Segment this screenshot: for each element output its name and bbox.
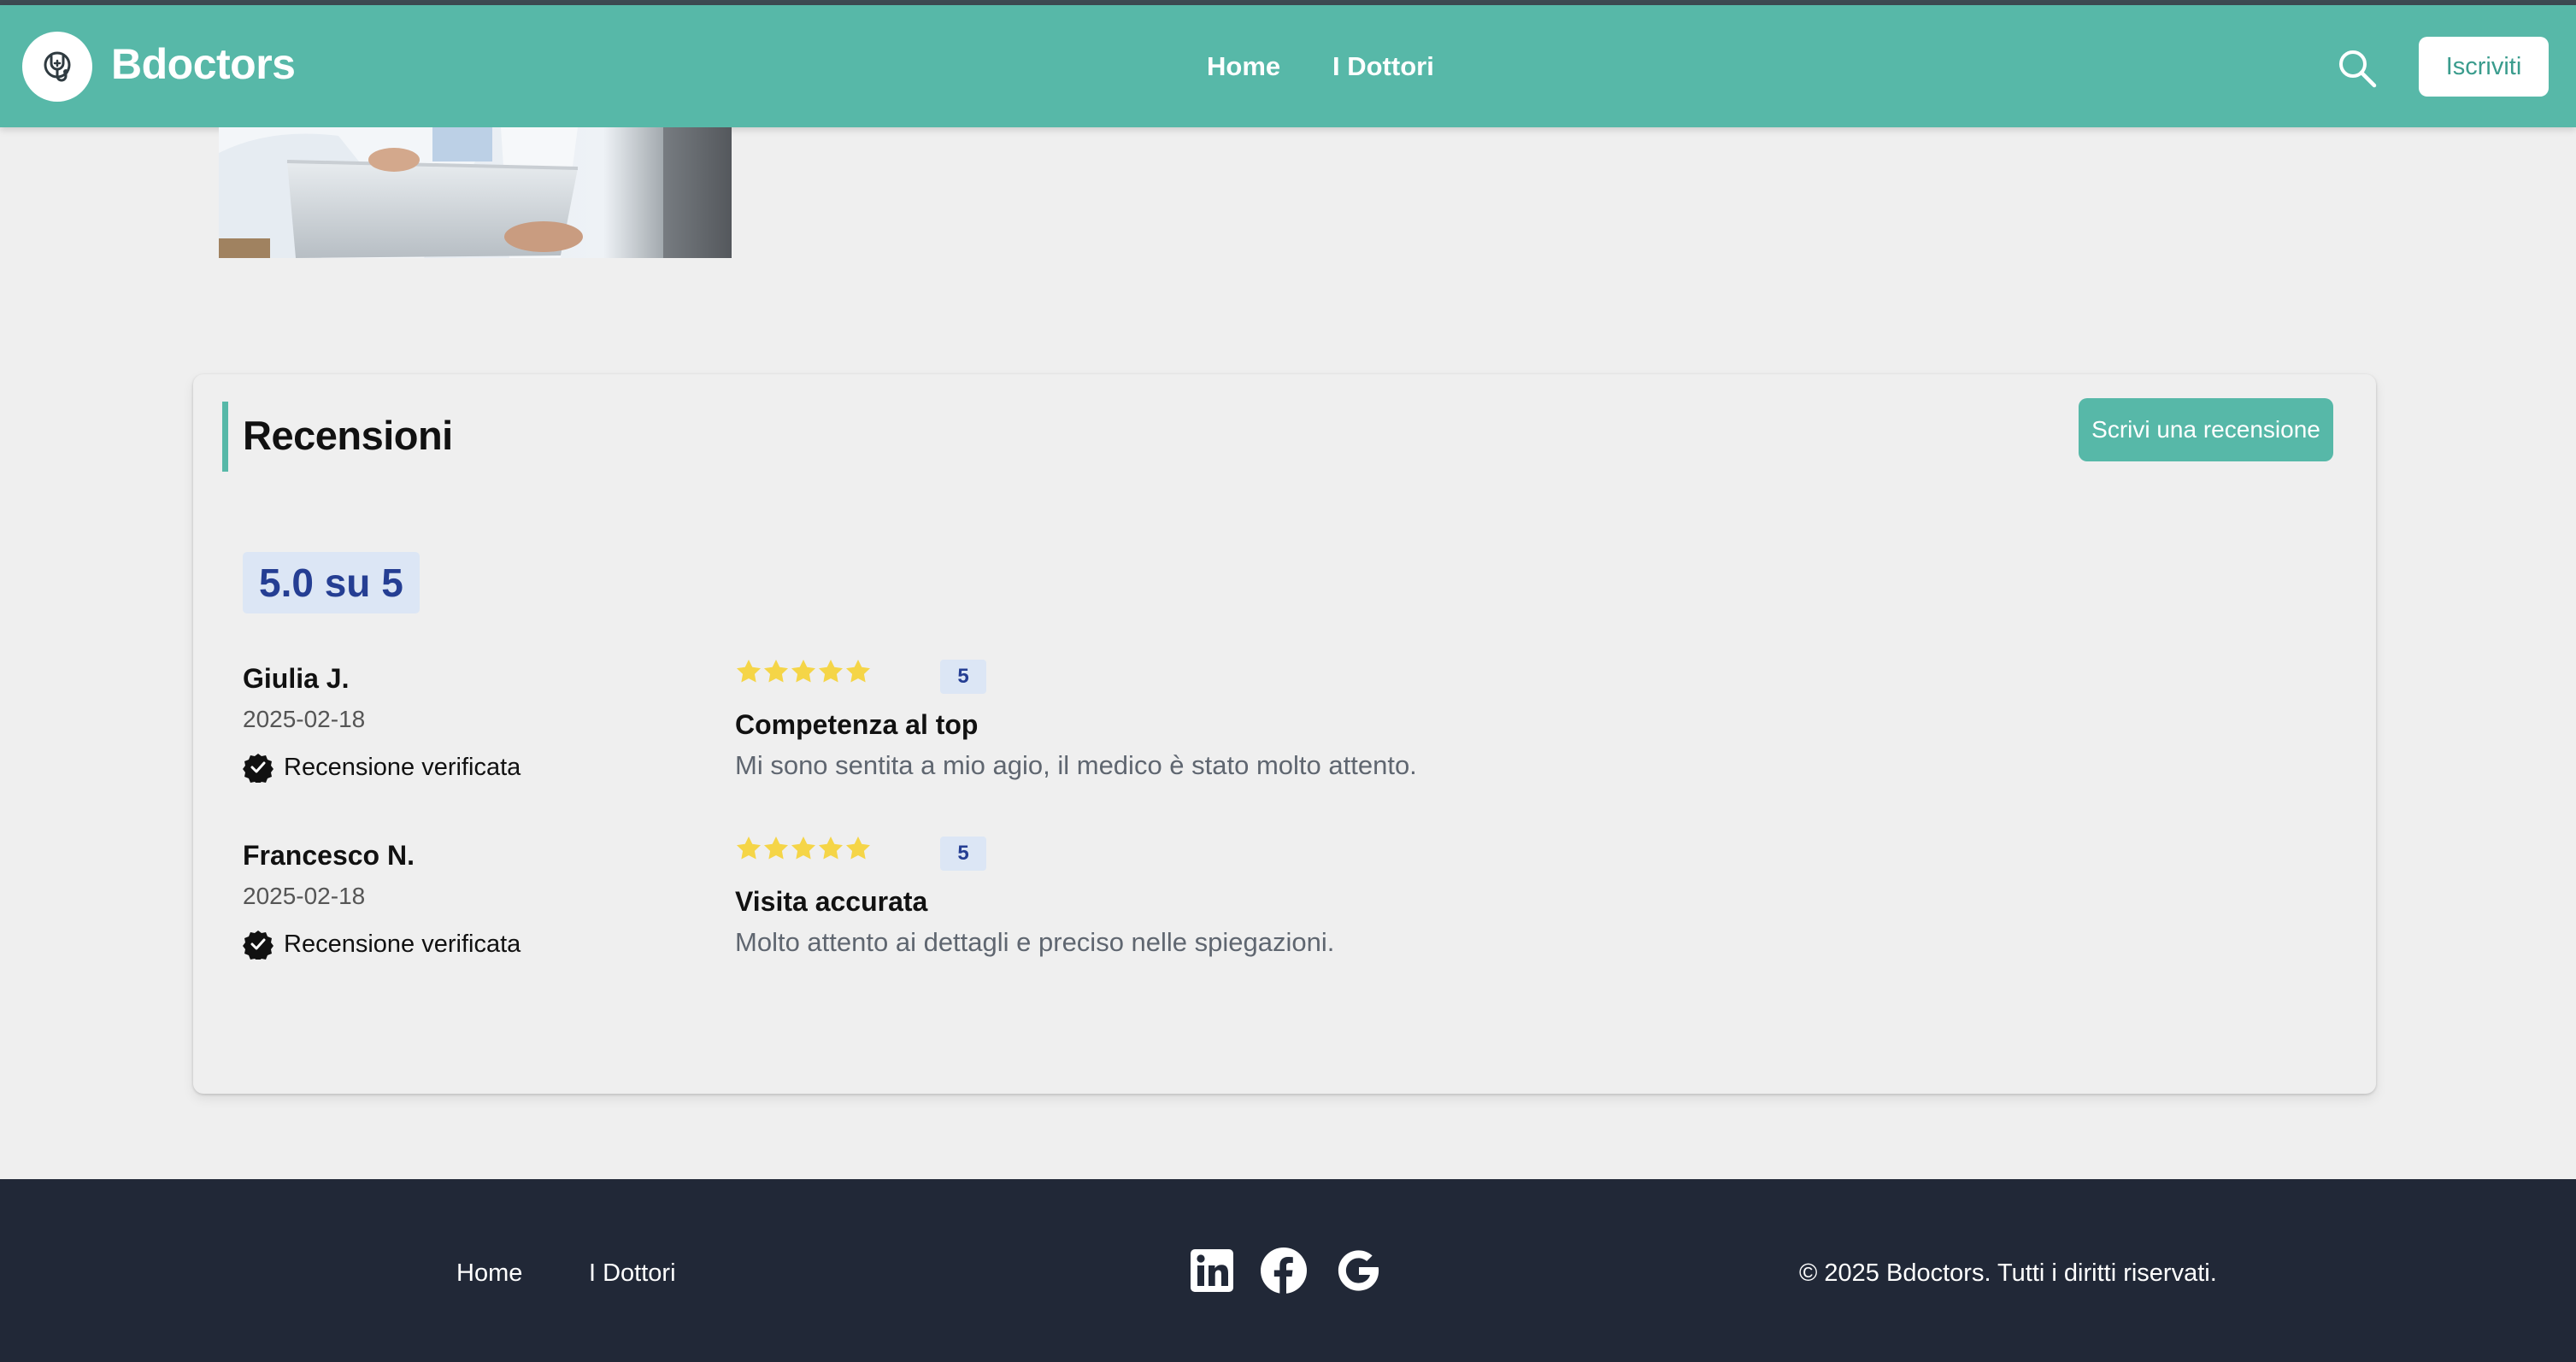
navbar: Bdoctors Home I Dottori Iscriviti	[0, 5, 2576, 127]
search-button[interactable]	[2335, 46, 2379, 91]
brand-name[interactable]: Bdoctors	[111, 39, 296, 89]
reviews-title: Recensioni	[243, 413, 453, 458]
star-rating	[735, 658, 872, 685]
linkedin-link[interactable]	[1187, 1246, 1237, 1295]
stethoscope-icon	[44, 51, 71, 82]
verified-label: Recensione verificata	[243, 752, 521, 784]
star-icon	[846, 660, 870, 683]
star-icon	[846, 837, 870, 860]
review-author: Francesco N.	[243, 840, 415, 871]
star-icon	[819, 837, 843, 860]
star-icon	[791, 837, 815, 860]
facebook-icon	[1261, 1248, 1307, 1294]
write-review-button[interactable]: Scrivi una recensione	[2079, 398, 2333, 461]
star-icon	[737, 837, 761, 860]
verified-text: Recensione verificata	[284, 930, 521, 958]
doctor-photo	[219, 127, 732, 258]
review-item: Giulia J. 2025-02-18 Recensione verifica…	[243, 660, 2294, 817]
footer-link-dottori[interactable]: I Dottori	[589, 1259, 676, 1288]
review-title: Competenza al top	[735, 709, 979, 740]
google-icon	[1338, 1250, 1379, 1291]
review-score-badge: 5	[940, 837, 986, 871]
facebook-link[interactable]	[1259, 1246, 1309, 1295]
copyright-text: © 2025 Bdoctors. Tutti i diritti riserva…	[1799, 1259, 2217, 1287]
star-icon	[764, 837, 788, 860]
star-icon	[819, 660, 843, 683]
review-body: Mi sono sentita a mio agio, il medico è …	[735, 750, 1417, 780]
review-item: Francesco N. 2025-02-18 Recensione verif…	[243, 837, 2294, 994]
verified-text: Recensione verificata	[284, 753, 521, 781]
star-rating	[735, 835, 872, 862]
review-body: Molto attento ai dettagli e preciso nell…	[735, 927, 1335, 957]
verified-badge-icon	[243, 752, 273, 784]
star-icon	[764, 660, 788, 683]
google-link[interactable]	[1333, 1246, 1383, 1295]
nav-link-dottori[interactable]: I Dottori	[1332, 51, 1434, 82]
verified-label: Recensione verificata	[243, 929, 521, 961]
linkedin-icon	[1191, 1249, 1233, 1292]
review-score-badge: 5	[940, 660, 986, 694]
logo[interactable]	[22, 32, 92, 102]
verified-badge-icon	[243, 929, 273, 961]
star-icon	[791, 660, 815, 683]
review-author: Giulia J.	[243, 663, 350, 694]
nav-link-home[interactable]: Home	[1207, 51, 1280, 82]
section-accent-bar	[222, 402, 228, 472]
review-title: Visita accurata	[735, 886, 928, 917]
footer: Home I Dottori © 2025 Bdoctors. Tutti i …	[0, 1179, 2576, 1362]
review-date: 2025-02-18	[243, 883, 366, 909]
review-date: 2025-02-18	[243, 706, 366, 732]
average-rating-badge: 5.0 su 5	[243, 552, 420, 613]
footer-link-home[interactable]: Home	[456, 1259, 522, 1288]
star-icon	[737, 660, 761, 683]
reviews-card: Recensioni Scrivi una recensione 5.0 su …	[193, 374, 2376, 1094]
search-icon	[2339, 50, 2377, 88]
signup-button[interactable]: Iscriviti	[2419, 37, 2549, 97]
